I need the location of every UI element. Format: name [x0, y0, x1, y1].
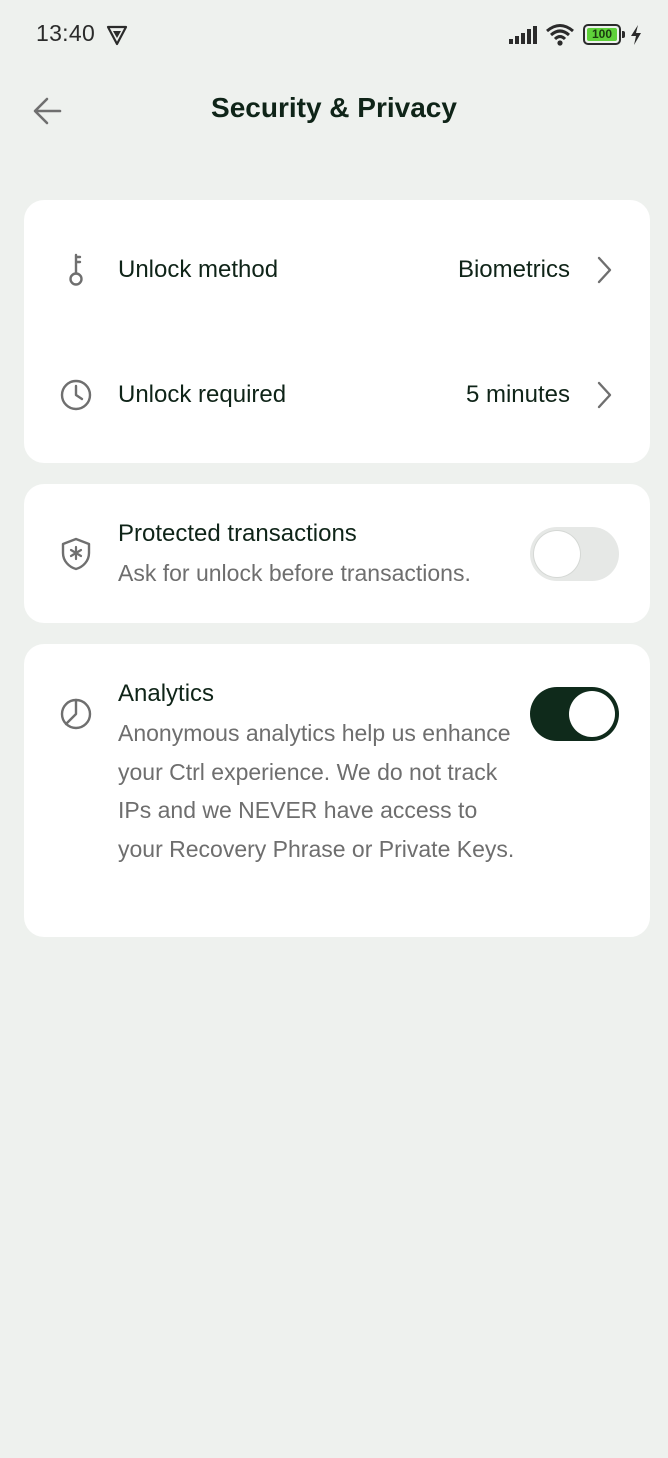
toggle-knob: [534, 531, 580, 577]
chevron-right-icon: [597, 256, 612, 284]
page-title: Security & Privacy: [211, 92, 457, 123]
shield-asterisk-icon: [61, 537, 91, 571]
battery-level: 100: [587, 28, 617, 41]
unlock-method-row[interactable]: Unlock method Biometrics: [24, 230, 650, 310]
protected-transactions-card: Protected transactions Ask for unlock be…: [24, 484, 650, 623]
unlock-settings-card: Unlock method Biometrics Unlock required…: [24, 200, 650, 463]
analytics-pie-icon: [60, 698, 92, 730]
analytics-toggle[interactable]: [530, 687, 619, 741]
analytics-title: Analytics: [118, 680, 215, 707]
status-time: 13:40: [36, 20, 96, 46]
protected-transactions-toggle[interactable]: [530, 527, 619, 581]
unlock-required-value: 5 minutes: [465, 381, 570, 408]
wifi-icon: [546, 24, 574, 46]
clock-icon: [60, 379, 92, 411]
analytics-description: Anonymous analytics help us enhance your…: [118, 720, 515, 862]
status-bar: 13:40 100: [0, 0, 668, 70]
protected-transactions-description: Ask for unlock before transactions.: [118, 560, 471, 586]
vpn-icon: [106, 25, 128, 46]
charging-icon: [631, 25, 641, 45]
chevron-right-icon: [597, 381, 612, 409]
unlock-method-value: Biometrics: [457, 256, 570, 283]
toggle-knob: [569, 691, 615, 737]
unlock-required-row[interactable]: Unlock required 5 minutes: [24, 355, 650, 435]
analytics-card: Analytics Anonymous analytics help us en…: [24, 644, 650, 937]
unlock-required-label: Unlock required: [118, 381, 287, 408]
header: Security & Privacy: [0, 80, 668, 140]
key-icon: [69, 253, 83, 286]
battery-icon: 100: [583, 24, 625, 45]
signal-icon: [509, 26, 537, 44]
protected-transactions-title: Protected transactions: [118, 520, 357, 547]
unlock-method-label: Unlock method: [118, 256, 279, 283]
